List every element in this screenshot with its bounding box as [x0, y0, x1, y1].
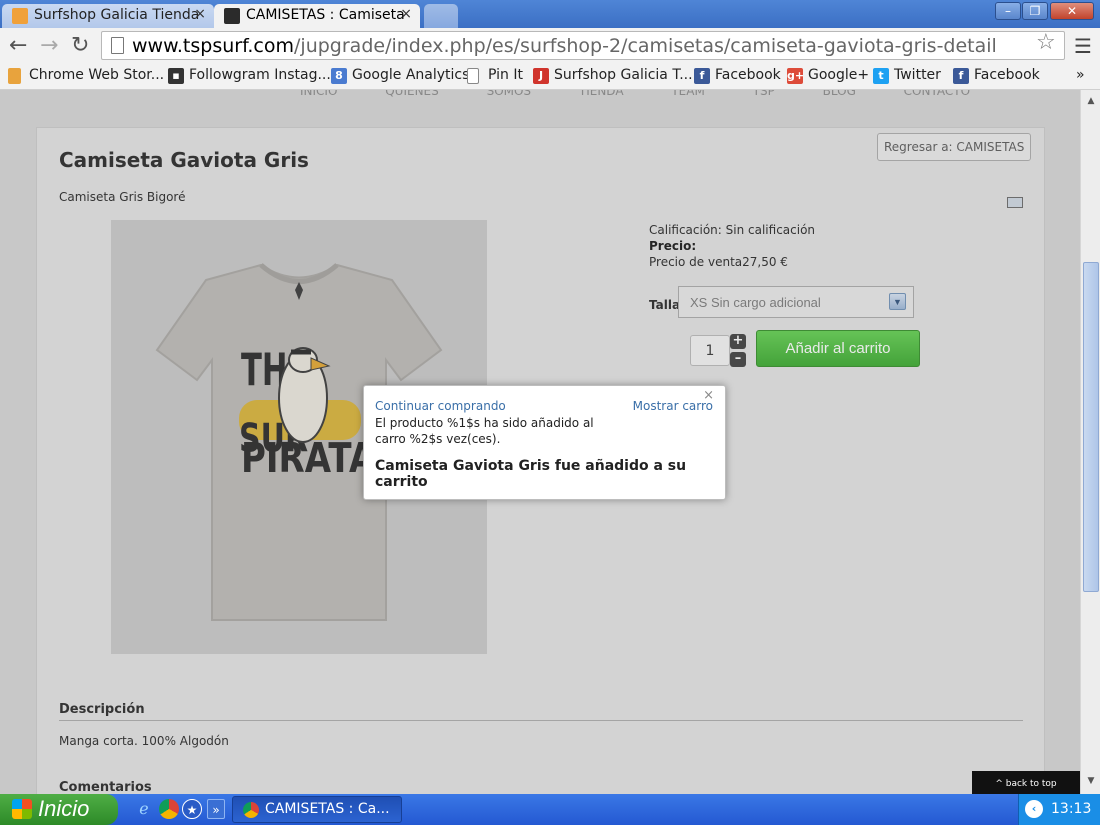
back-arrow-icon[interactable]: ←: [9, 33, 27, 58]
url-input[interactable]: www.tspsurf.com/jupgrade/index.php/es/su…: [101, 31, 1065, 60]
bookmark-label: Google+: [808, 67, 870, 83]
url-path: /jupgrade/index.php/es/surfshop-2/camise…: [294, 35, 997, 57]
reload-icon[interactable]: ↻: [71, 33, 89, 58]
show-cart-link[interactable]: Mostrar carro: [633, 399, 713, 413]
cart-added-popup: × Continuar comprando Mostrar carro El p…: [363, 385, 726, 500]
quick-launch-overflow-icon[interactable]: »: [207, 799, 225, 819]
google-analytics-icon: 8: [331, 68, 347, 84]
followgram-icon: ▪: [168, 68, 184, 84]
forward-arrow-icon[interactable]: →: [40, 33, 58, 58]
continue-shopping-link[interactable]: Continuar comprando: [375, 399, 506, 413]
bookmark-twitter[interactable]: t Twitter: [873, 67, 941, 84]
start-label: Inicio: [38, 796, 90, 821]
bookmark-label: Google Analytics: [352, 67, 470, 83]
windows-taskbar: Inicio ℯ ★ » CAMISETAS : Ca... ‹ 13:13: [0, 794, 1100, 825]
close-window-button[interactable]: ✕: [1050, 2, 1094, 20]
bookmark-facebook[interactable]: f Facebook: [694, 67, 781, 84]
chrome-store-icon: [8, 68, 21, 84]
joomla-favicon-icon: [224, 8, 240, 24]
tab-close-icon[interactable]: ×: [400, 6, 412, 22]
system-tray: ‹ 13:13: [1018, 794, 1100, 825]
bookmark-star-icon[interactable]: ☆: [1036, 30, 1056, 55]
popup-message: El producto %1$s ha sido añadido al carr…: [375, 416, 594, 446]
tab-camisetas[interactable]: CAMISETAS : Camiseta ×: [214, 4, 420, 28]
chrome-menu-icon[interactable]: ☰: [1074, 34, 1092, 58]
page-icon: [467, 68, 479, 84]
page-viewport: INICIO QUIÉNES SOMOS TIENDA TEAM TSP BLO…: [0, 90, 1080, 794]
star-app-icon[interactable]: ★: [182, 799, 202, 819]
new-tab-button[interactable]: [424, 4, 458, 28]
bookmark-surfshop-galicia[interactable]: J Surfshop Galicia T...: [533, 67, 693, 84]
chrome-icon: [243, 802, 259, 818]
bookmark-google-analytics[interactable]: 8 Google Analytics: [331, 67, 470, 84]
start-button[interactable]: Inicio: [0, 794, 118, 825]
bookmark-label: Facebook: [974, 67, 1040, 83]
bookmark-followgram[interactable]: ▪ Followgram Instag...: [168, 67, 331, 84]
bookmark-label: Pin It: [488, 67, 523, 83]
page-icon: [111, 37, 124, 54]
scroll-up-arrow-icon[interactable]: ▲: [1084, 94, 1098, 108]
facebook-icon: f: [953, 68, 969, 84]
url-host: www.tspsurf.com: [132, 35, 295, 57]
bookmark-label: Facebook: [715, 67, 781, 83]
chrome-icon[interactable]: [159, 799, 179, 819]
bookmark-label: Surfshop Galicia T...: [554, 67, 693, 83]
scroll-down-arrow-icon[interactable]: ▼: [1084, 774, 1098, 788]
bookmark-chrome-web-store[interactable]: Chrome Web Stor...: [8, 67, 165, 84]
vertical-scrollbar[interactable]: ▲ ▼: [1080, 90, 1100, 794]
back-to-top-link[interactable]: ^ back to top: [972, 771, 1080, 794]
taskbar-item-label: CAMISETAS : Ca...: [265, 801, 390, 817]
bookmark-facebook-2[interactable]: f Facebook: [953, 67, 1040, 84]
windows-logo-icon: [12, 799, 32, 819]
popup-added-text: Camiseta Gaviota Gris fue añadido a su c…: [375, 458, 687, 490]
tab-surfshop-galicia[interactable]: Surfshop Galicia Tienda ×: [2, 4, 214, 28]
bookmark-pin-it[interactable]: Pin It: [467, 67, 523, 84]
tab-close-icon[interactable]: ×: [194, 6, 206, 22]
address-bar-row: ← → ↻ www.tspsurf.com/jupgrade/index.php…: [0, 28, 1100, 64]
bookmark-label: Twitter: [894, 67, 941, 83]
maximize-button[interactable]: ❐: [1022, 2, 1048, 20]
facebook-icon: f: [694, 68, 710, 84]
taskbar-chrome-window[interactable]: CAMISETAS : Ca...: [232, 796, 402, 823]
bookmarks-overflow-button[interactable]: »: [1056, 67, 1085, 83]
surfshop-favicon-icon: [12, 8, 28, 24]
scrollbar-thumb[interactable]: [1083, 262, 1099, 592]
chevron-left-icon[interactable]: ‹: [1025, 800, 1043, 818]
joomla-icon: J: [533, 68, 549, 84]
bookmark-google-plus[interactable]: g+ Google+: [787, 67, 870, 84]
google-plus-icon: g+: [787, 68, 805, 84]
bookmark-label: Chrome Web Stor...: [29, 67, 165, 83]
tab-label: Surfshop Galicia Tienda: [34, 7, 200, 23]
bookmarks-bar: Chrome Web Stor... ▪ Followgram Instag..…: [0, 64, 1100, 90]
internet-explorer-icon[interactable]: ℯ: [134, 799, 154, 819]
twitter-icon: t: [873, 68, 889, 84]
minimize-button[interactable]: –: [995, 2, 1021, 20]
clock[interactable]: 13:13: [1051, 801, 1091, 817]
tab-label: CAMISETAS : Camiseta: [246, 7, 405, 23]
bookmark-label: Followgram Instag...: [189, 67, 331, 83]
browser-tabstrip: Surfshop Galicia Tienda × CAMISETAS : Ca…: [0, 0, 1100, 28]
